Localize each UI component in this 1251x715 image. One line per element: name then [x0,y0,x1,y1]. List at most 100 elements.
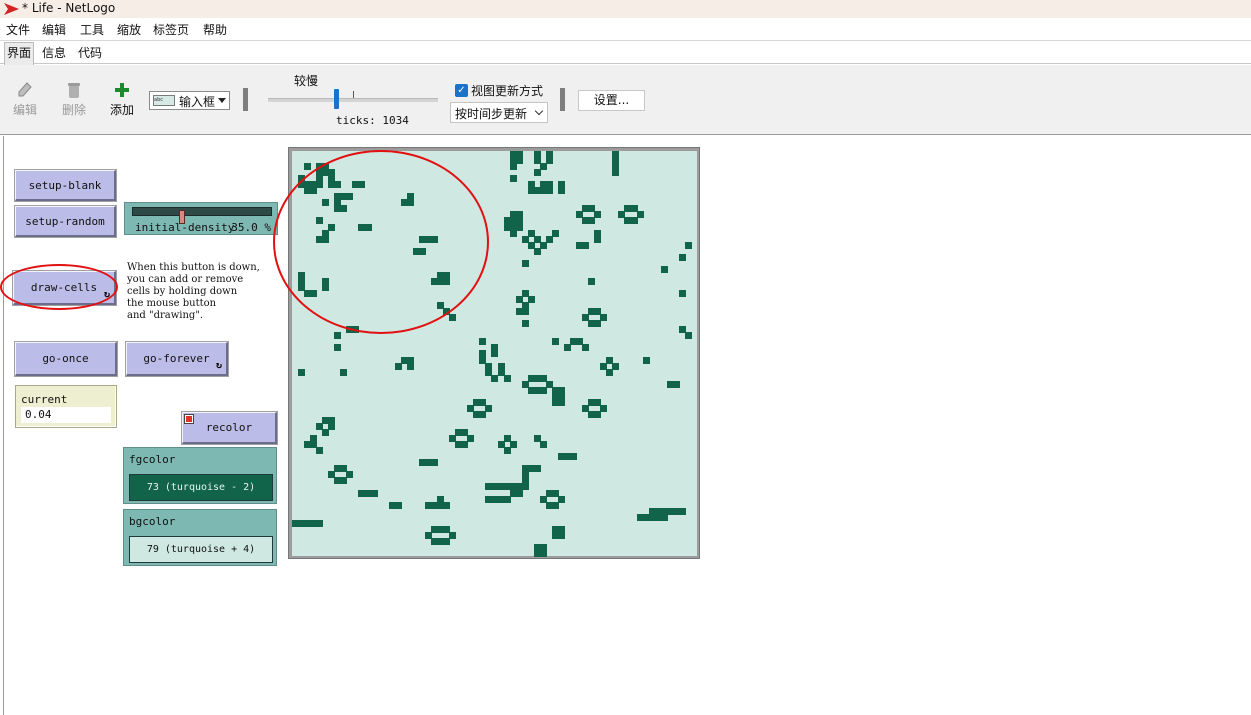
live-cell [346,471,354,479]
live-cell [298,368,306,376]
tab-info[interactable]: 信息 [42,44,66,61]
menu-tabs[interactable]: 标签页 [153,21,189,38]
live-cell [612,362,620,370]
live-cell [334,181,342,189]
note-line: you can add or remove [127,274,244,285]
live-cell [316,447,324,455]
live-cell [340,205,348,213]
live-cell [370,489,378,497]
live-cell [545,187,553,195]
live-cell [588,277,596,285]
setup-random-button[interactable]: setup-random [15,206,116,237]
live-cell [340,368,348,376]
live-cell [564,344,571,352]
update-mode-value: 按时间步更新 [455,107,528,121]
live-cell [521,483,529,491]
live-cell [328,223,336,231]
slider-track[interactable] [132,207,272,224]
draw-cells-button[interactable]: draw-cells ↻ [13,271,116,305]
setup-blank-button[interactable]: setup-blank [15,170,116,201]
speed-slider[interactable] [268,98,438,102]
widget-type-label: 输入框 [179,95,216,109]
live-cell [660,513,668,521]
live-cell [600,314,608,322]
live-cell [582,344,590,352]
fgcolor-chooser[interactable]: fgcolor 73 (turquoise - 2) [123,447,277,504]
live-cell [394,501,402,509]
live-cell [582,241,590,249]
live-cell [394,362,402,370]
live-cell [322,235,330,243]
live-cell [334,332,342,340]
live-cell [533,169,541,177]
live-cell [551,229,559,237]
setup-blank-label: setup-blank [28,178,102,192]
tab-code[interactable]: 代码 [78,44,102,61]
live-cell [443,277,451,285]
monitor-value: 0.04 [21,407,111,423]
live-cell [557,495,565,503]
live-cell [437,277,445,285]
live-cell [636,211,644,219]
settings-button[interactable]: 设置... [578,90,645,111]
live-cell [557,398,565,406]
live-cell [521,320,529,328]
live-cell [449,531,457,539]
menu-help[interactable]: 帮助 [203,21,227,38]
live-cell [521,308,529,316]
widget-type-dropdown[interactable]: abc 输入框 [149,91,230,110]
live-cell [660,265,668,273]
error-flag-icon [185,415,193,423]
live-cell [443,537,451,545]
live-cell [322,429,330,437]
bgcolor-label: bgcolor [129,515,176,528]
live-cell [515,489,523,497]
tab-interface[interactable]: 界面 [4,42,35,65]
live-cell [418,247,426,255]
go-forever-button[interactable]: go-forever ↻ [126,342,228,376]
live-cell [606,368,614,376]
live-cell [539,241,547,249]
live-cell [527,296,535,304]
bgcolor-value[interactable]: 79 (turquoise + 4) [129,536,273,563]
window-title: * Life - NetLogo [22,1,116,15]
live-cell [551,338,559,346]
menu-bar: 文件 编辑 工具 缩放 标签页 帮助 [0,18,1251,40]
recolor-button[interactable]: recolor [182,412,277,444]
live-cell [461,441,469,449]
speed-slider-thumb[interactable] [334,89,339,109]
live-cell [515,223,523,231]
live-cell [612,169,620,177]
update-mode-select[interactable]: 按时间步更新 [450,102,548,123]
live-cell [533,247,541,255]
menu-tools[interactable]: 工具 [80,21,104,38]
menu-edit[interactable]: 编辑 [42,21,66,38]
draw-cells-note: When this button is down, you can add or… [127,262,287,322]
world-view[interactable] [292,151,697,557]
go-once-button[interactable]: go-once [15,342,117,376]
live-cell [322,283,330,291]
speed-center-mark [353,91,354,98]
add-button[interactable]: 添加 [102,81,142,118]
live-cell [545,235,553,243]
bgcolor-chooser[interactable]: bgcolor 79 (turquoise + 4) [123,509,277,566]
live-cell [539,441,547,449]
menu-zoom[interactable]: 缩放 [117,21,141,38]
menu-file[interactable]: 文件 [6,21,30,38]
live-cell [346,193,354,201]
initial-density-slider[interactable]: initial-density 35.0 % [124,202,278,235]
edit-button[interactable]: 编辑 [5,81,45,118]
live-cell [364,223,372,231]
live-cell [557,531,565,539]
live-cell [521,259,529,267]
live-cell [684,241,692,249]
delete-button[interactable]: 删除 [54,81,94,118]
current-density-monitor: current density 0.04 [15,385,117,428]
live-cell [678,290,686,298]
live-cell [503,374,511,382]
note-line: the mouse button [127,298,217,309]
live-cell [443,501,451,509]
view-update-checkbox[interactable]: ✓ [455,84,468,97]
pencil-icon [18,82,32,97]
fgcolor-value[interactable]: 73 (turquoise - 2) [129,474,273,501]
